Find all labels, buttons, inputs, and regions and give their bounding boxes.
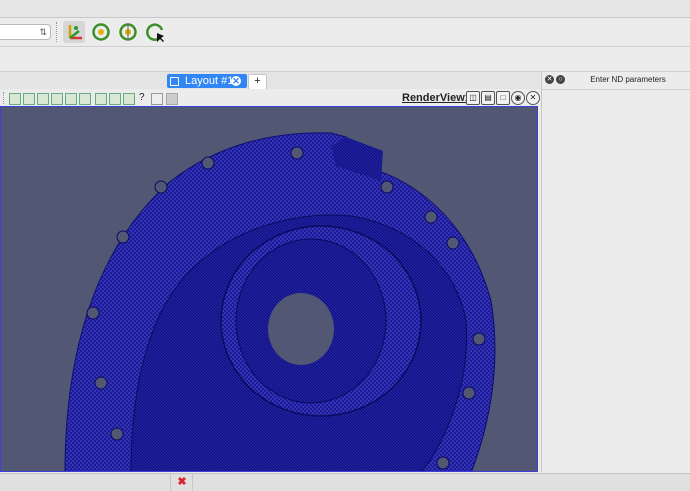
frustum-icon[interactable] — [37, 93, 49, 105]
reset-camera-button[interactable] — [90, 21, 112, 43]
parameters-panel: ✕ ○ Enter ND parameters — [541, 72, 690, 472]
reset-rotation-icon — [146, 23, 164, 42]
close-view-icon[interactable]: ✕ — [526, 91, 540, 105]
top-menu-strip — [0, 0, 690, 18]
status-bar: ✖ — [0, 473, 690, 491]
layout-icon — [170, 77, 179, 86]
float-icon[interactable]: ○ — [556, 75, 565, 84]
select-points-icon[interactable] — [9, 93, 21, 105]
layout-tab-bar — [0, 72, 540, 89]
clear-selection-icon[interactable] — [166, 93, 178, 105]
status-divider — [192, 474, 193, 491]
axes-orient-icon — [68, 25, 82, 40]
toolbar-separator — [3, 92, 4, 104]
panel-header: ✕ ○ Enter ND parameters — [542, 72, 690, 90]
close-icon[interactable]: ✕ — [545, 75, 554, 84]
grow-icon[interactable] — [109, 93, 121, 105]
panel-title: Enter ND parameters — [590, 75, 666, 84]
tab-layout-1[interactable]: Layout #1 ✕ — [167, 74, 247, 88]
mesh-render — [64, 132, 496, 471]
view-title: RenderView1 — [402, 92, 471, 104]
toolbar-separator — [56, 22, 57, 42]
shrink-icon[interactable] — [123, 93, 135, 105]
status-divider — [170, 474, 171, 491]
query-icon[interactable]: ? — [139, 92, 145, 103]
tab-label: Layout #1 — [185, 75, 234, 87]
select-block-icon[interactable] — [51, 93, 63, 105]
maximize-icon[interactable]: □ — [496, 91, 510, 105]
secondary-toolbar — [0, 47, 690, 72]
reset-camera-icon — [92, 23, 110, 41]
reset-rotation-button[interactable] — [145, 21, 167, 43]
close-icon[interactable]: ✕ — [231, 76, 241, 86]
chevron-updown-icon: ⇅ — [39, 27, 47, 37]
render-view[interactable] — [0, 106, 538, 472]
interactive-select-icon[interactable] — [65, 93, 77, 105]
rotate-center-button[interactable] — [117, 21, 139, 43]
edit-icon[interactable] — [151, 93, 163, 105]
hover-cells-icon[interactable] — [95, 93, 107, 105]
select-cells-icon[interactable] — [23, 93, 35, 105]
split-vertical-icon[interactable]: ▤ — [481, 91, 495, 105]
hover-points-icon[interactable] — [79, 93, 91, 105]
representation-combo[interactable]: ⇅ — [0, 24, 51, 40]
split-horizontal-icon[interactable]: ◫ — [466, 91, 480, 105]
undock-icon[interactable]: ◉ — [511, 91, 525, 105]
add-layout-button[interactable]: + — [248, 74, 267, 90]
axes-orient-button[interactable] — [63, 21, 85, 43]
error-icon[interactable]: ✖ — [176, 476, 188, 488]
rotate-center-icon — [119, 23, 137, 41]
